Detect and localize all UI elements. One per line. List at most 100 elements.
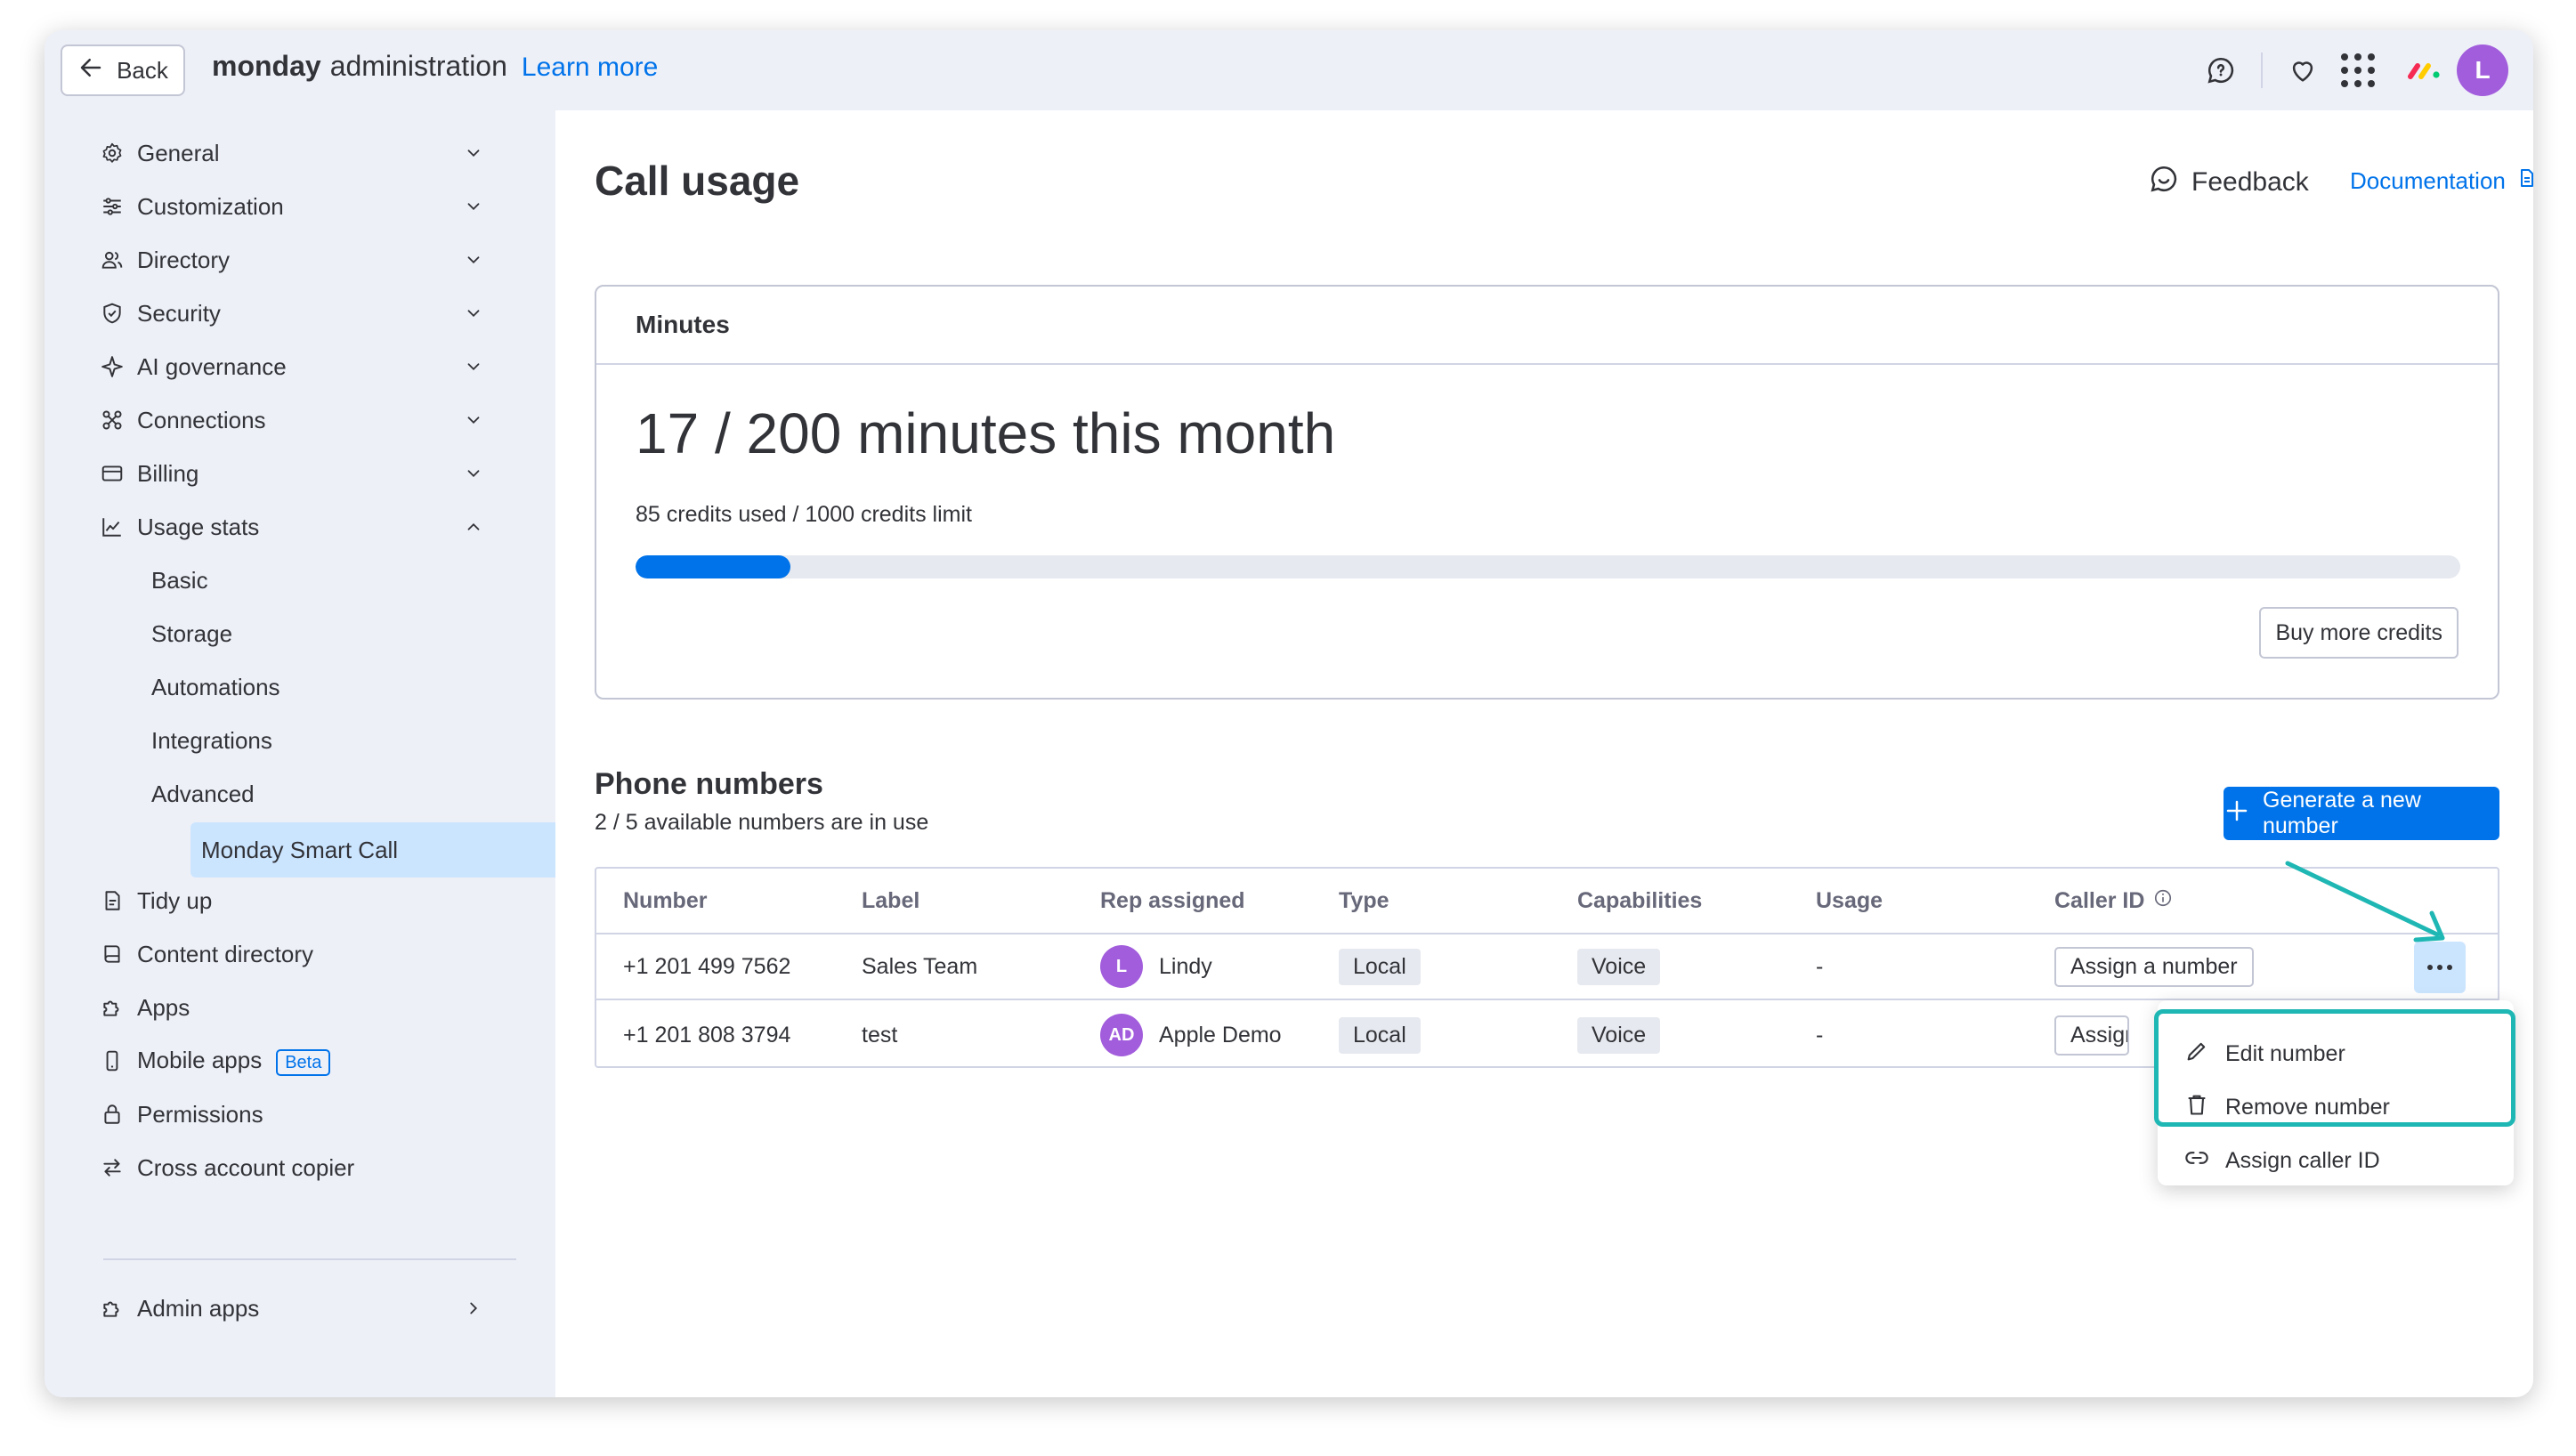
sidebar-item-billing[interactable]: Billing (87, 449, 491, 498)
chevron-down-icon (456, 135, 491, 171)
type-chip: Local (1339, 1016, 1421, 1054)
sidebar-sub-advanced[interactable]: Advanced (87, 769, 491, 819)
sidebar-item-label: Billing (137, 459, 199, 487)
apps-grid-icon[interactable] (2330, 43, 2386, 98)
sidebar-item-tidy-up[interactable]: Tidy up (87, 876, 491, 926)
app-window: Back monday administration Learn more L … (45, 30, 2533, 1397)
row-options-menu: Edit number Remove number Assign caller … (2158, 1000, 2514, 1185)
sidebar-item-usage-stats[interactable]: Usage stats (87, 502, 491, 552)
sidebar-item-general[interactable]: General (87, 128, 491, 178)
capability-chip: Voice (1577, 948, 1661, 985)
column-header: Capabilities (1577, 887, 1703, 913)
sidebar-item-label: Cross account copier (137, 1153, 355, 1181)
menu-item-assign-caller-id[interactable]: Assign caller ID (2184, 1137, 2380, 1184)
column-header-caller-id: Caller ID (2054, 869, 2173, 933)
heart-icon[interactable] (2275, 43, 2330, 98)
menu-label: Assign caller ID (2225, 1147, 2380, 1173)
generate-number-button[interactable]: Generate a new number (2224, 787, 2499, 840)
cell-capabilities: Voice (1577, 1002, 1661, 1068)
back-label: Back (117, 56, 168, 84)
cell-rep: L Lindy (1100, 934, 1212, 999)
minutes-header: Minutes (596, 287, 2498, 365)
assign-number-button[interactable]: Assign a number (2054, 946, 2254, 987)
sidebar-item-directory[interactable]: Directory (87, 235, 491, 285)
chevron-down-icon (456, 189, 491, 224)
arrow-left-icon (77, 54, 104, 87)
sidebar-item-cross-account-copier[interactable]: Cross account copier (87, 1143, 491, 1193)
cell-rep: AD Apple Demo (1100, 1002, 1282, 1068)
sidebar-item-label: Customization (137, 192, 284, 220)
chart-icon (94, 509, 130, 545)
table-row[interactable]: +1 201 499 7562 Sales Team L Lindy Local… (596, 934, 2498, 1000)
cell-usage: - (1816, 1022, 1824, 1048)
credits-progress-fill (636, 555, 791, 578)
sidebar-item-mobile-apps[interactable]: Mobile apps Beta (87, 1036, 491, 1086)
cell-number: +1 201 808 3794 (623, 1022, 791, 1048)
learn-more-link[interactable]: Learn more (522, 53, 658, 83)
capability-chip: Voice (1577, 1016, 1661, 1054)
documentation-link[interactable]: Documentation (2350, 167, 2533, 195)
sidebar-item-label: Permissions (137, 1100, 263, 1128)
sidebar-sub-integrations[interactable]: Integrations (87, 716, 491, 765)
column-header: Number (623, 887, 708, 913)
info-icon[interactable] (2153, 888, 2173, 914)
swap-icon (94, 1150, 130, 1185)
feedback-button[interactable]: Feedback (2149, 164, 2309, 201)
back-button[interactable]: Back (61, 44, 185, 96)
mobile-icon (94, 1043, 130, 1079)
sidebar-item-permissions[interactable]: Permissions (87, 1089, 491, 1139)
caller-id-header: Caller ID (2054, 887, 2145, 913)
cell-label: test (862, 1022, 898, 1048)
column-header: Usage (1816, 887, 1883, 913)
sidebar-item-label: Tidy up (137, 886, 213, 914)
sidebar-item-label: Mobile apps Beta (137, 1047, 491, 1076)
column-header: Label (862, 887, 920, 913)
column-header: Type (1339, 887, 1389, 913)
menu-item-remove-number[interactable]: Remove number (2184, 1084, 2390, 1130)
buy-more-credits-button[interactable]: Buy more credits (2259, 607, 2459, 659)
sidebar-item-admin-apps[interactable]: Admin apps (87, 1283, 491, 1333)
sidebar-item-label: Basic (151, 566, 208, 594)
top-divider (2261, 53, 2263, 88)
sidebar-sub-basic[interactable]: Basic (87, 555, 491, 605)
chevron-right-icon (456, 1290, 491, 1326)
lock-icon (94, 1096, 130, 1132)
shield-icon (94, 295, 130, 331)
sidebar-item-label: Admin apps (137, 1294, 260, 1322)
generate-number-label: Generate a new number (2263, 788, 2421, 838)
menu-item-edit-number[interactable]: Edit number (2184, 1031, 2345, 1077)
sidebar-item-label: Monday Smart Call (201, 836, 399, 863)
page-title: Call usage (595, 158, 800, 204)
chat-smile-icon (2149, 164, 2179, 201)
sidebar-item-customization[interactable]: Customization (87, 182, 491, 231)
column-header: Rep assigned (1100, 887, 1245, 913)
assign-number-button[interactable]: Assign a number (2054, 1015, 2129, 1056)
cell-type: Local (1339, 1002, 1421, 1068)
sidebar-item-ai-governance[interactable]: AI governance (87, 342, 491, 392)
credit-card-icon (94, 456, 130, 491)
cell-type: Local (1339, 934, 1421, 999)
sidebar-item-content-directory[interactable]: Content directory (87, 929, 491, 979)
sidebar-sub-monday-smart-call[interactable]: Monday Smart Call (190, 822, 561, 878)
sidebar-item-connections[interactable]: Connections (87, 395, 491, 445)
type-chip: Local (1339, 948, 1421, 985)
credits-progress-bar (636, 555, 2460, 578)
sidebar-sub-storage[interactable]: Storage (87, 609, 491, 659)
user-avatar[interactable]: L (2457, 44, 2508, 96)
cell-label: Sales Team (862, 953, 978, 979)
sparkle-icon (94, 349, 130, 384)
sidebar-item-label: Automations (151, 673, 280, 700)
puzzle-icon (94, 1290, 130, 1326)
cell-number: +1 201 499 7562 (623, 953, 791, 979)
brand-title: monday administration Learn more (212, 50, 658, 83)
sidebar-item-security[interactable]: Security (87, 288, 491, 338)
top-bar: Back monday administration Learn more L (45, 30, 2533, 110)
help-chat-icon[interactable] (2193, 43, 2248, 98)
sidebar-sub-automations[interactable]: Automations (87, 662, 491, 712)
cell-caller-id: Assign a number (2054, 934, 2254, 999)
feedback-label: Feedback (2191, 167, 2309, 197)
sidebar-item-apps[interactable]: Apps (87, 983, 491, 1032)
rep-name: Lindy (1159, 953, 1212, 979)
